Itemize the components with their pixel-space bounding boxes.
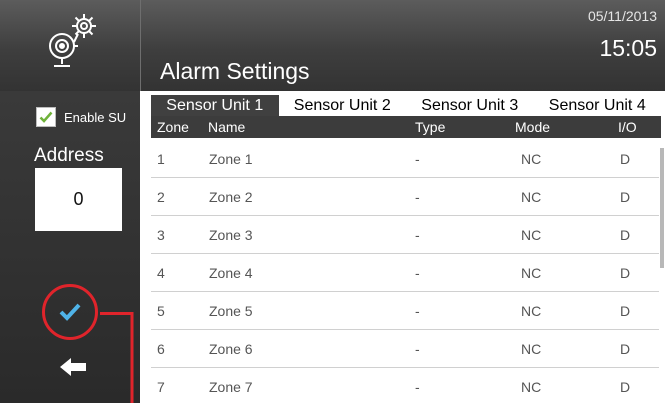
- cell-type: -: [415, 341, 420, 357]
- arrow-left-icon: [60, 358, 86, 376]
- callout-line: [100, 312, 134, 403]
- header-divider: [140, 0, 141, 91]
- cell-name: Zone 1: [209, 151, 253, 167]
- scrollbar-thumb[interactable]: [660, 148, 664, 268]
- column-header-name: Name: [208, 119, 246, 135]
- cell-name: Zone 6: [209, 341, 253, 357]
- table-row[interactable]: 6 Zone 6 - NC D: [151, 330, 661, 368]
- cell-name: Zone 2: [209, 189, 253, 205]
- cell-type: -: [415, 303, 420, 319]
- cell-io: D: [620, 303, 631, 319]
- cell-io: D: [620, 265, 631, 281]
- table-row[interactable]: 5 Zone 5 - NC D: [151, 292, 661, 330]
- cell-io: D: [620, 227, 631, 243]
- cell-name: Zone 7: [209, 379, 253, 395]
- cell-type: -: [415, 227, 420, 243]
- cell-io: D: [620, 189, 631, 205]
- cell-type: -: [415, 151, 420, 167]
- column-header-mode: Mode: [515, 119, 551, 135]
- address-input[interactable]: 0: [35, 168, 122, 231]
- sensor-unit-tabs: Sensor Unit 1 Sensor Unit 2 Sensor Unit …: [151, 95, 661, 116]
- table-scrollbar[interactable]: [659, 140, 665, 403]
- confirm-button[interactable]: [42, 284, 98, 340]
- date-display: 05/11/2013: [587, 8, 657, 24]
- cell-mode: NC: [521, 265, 542, 281]
- cell-io: D: [620, 151, 631, 167]
- table-row[interactable]: 2 Zone 2 - NC D: [151, 178, 661, 216]
- cell-zone: 2: [157, 189, 165, 205]
- alarm-bell-gear-icon: [49, 14, 96, 67]
- header-bar: Alarm Settings 05/11/2013 15:05: [0, 0, 665, 91]
- column-header-zone: Zone: [157, 119, 189, 135]
- cell-name: Zone 4: [209, 265, 253, 281]
- cell-zone: 5: [157, 303, 165, 319]
- cell-type: -: [415, 265, 420, 281]
- enable-su-checkbox[interactable]: [36, 107, 56, 127]
- page-title: Alarm Settings: [160, 58, 310, 84]
- checkmark-icon: [59, 303, 81, 321]
- cell-zone: 6: [157, 341, 165, 357]
- cell-mode: NC: [521, 341, 542, 357]
- sidebar: Enable SU Address 0: [0, 91, 140, 403]
- cell-zone: 4: [157, 265, 165, 281]
- cell-mode: NC: [521, 379, 542, 395]
- tab-sensor-unit-1[interactable]: Sensor Unit 1: [151, 95, 279, 116]
- table-row[interactable]: 1 Zone 1 - NC D: [151, 140, 661, 178]
- cell-zone: 3: [157, 227, 165, 243]
- table-row[interactable]: 4 Zone 4 - NC D: [151, 254, 661, 292]
- table-header: Zone Name Type Mode I/O: [151, 116, 661, 138]
- column-header-type: Type: [415, 119, 446, 135]
- checkmark-icon: [39, 111, 53, 123]
- tab-sensor-unit-2[interactable]: Sensor Unit 2: [278, 95, 406, 116]
- cell-name: Zone 3: [209, 227, 253, 243]
- tab-sensor-unit-4[interactable]: Sensor Unit 4: [533, 95, 661, 116]
- cell-mode: NC: [521, 303, 542, 319]
- cell-mode: NC: [521, 151, 542, 167]
- cell-type: -: [415, 189, 420, 205]
- cell-name: Zone 5: [209, 303, 253, 319]
- tab-sensor-unit-3[interactable]: Sensor Unit 3: [406, 95, 534, 116]
- zone-table: 1 Zone 1 - NC D 2 Zone 2 - NC D 3 Zone 3…: [151, 140, 661, 403]
- address-label: Address: [34, 145, 104, 166]
- cell-zone: 7: [157, 379, 165, 395]
- cell-mode: NC: [521, 227, 542, 243]
- cell-io: D: [620, 341, 631, 357]
- cell-mode: NC: [521, 189, 542, 205]
- time-display: 15:05: [599, 35, 657, 61]
- enable-su-toggle[interactable]: Enable SU: [36, 107, 126, 127]
- table-row[interactable]: 3 Zone 3 - NC D: [151, 216, 661, 254]
- cell-io: D: [620, 379, 631, 395]
- back-button[interactable]: [56, 350, 90, 384]
- enable-su-label: Enable SU: [64, 109, 127, 125]
- table-row[interactable]: 7 Zone 7 - NC D: [151, 368, 661, 403]
- column-header-io: I/O: [618, 119, 637, 135]
- cell-zone: 1: [157, 151, 165, 167]
- cell-type: -: [415, 379, 420, 395]
